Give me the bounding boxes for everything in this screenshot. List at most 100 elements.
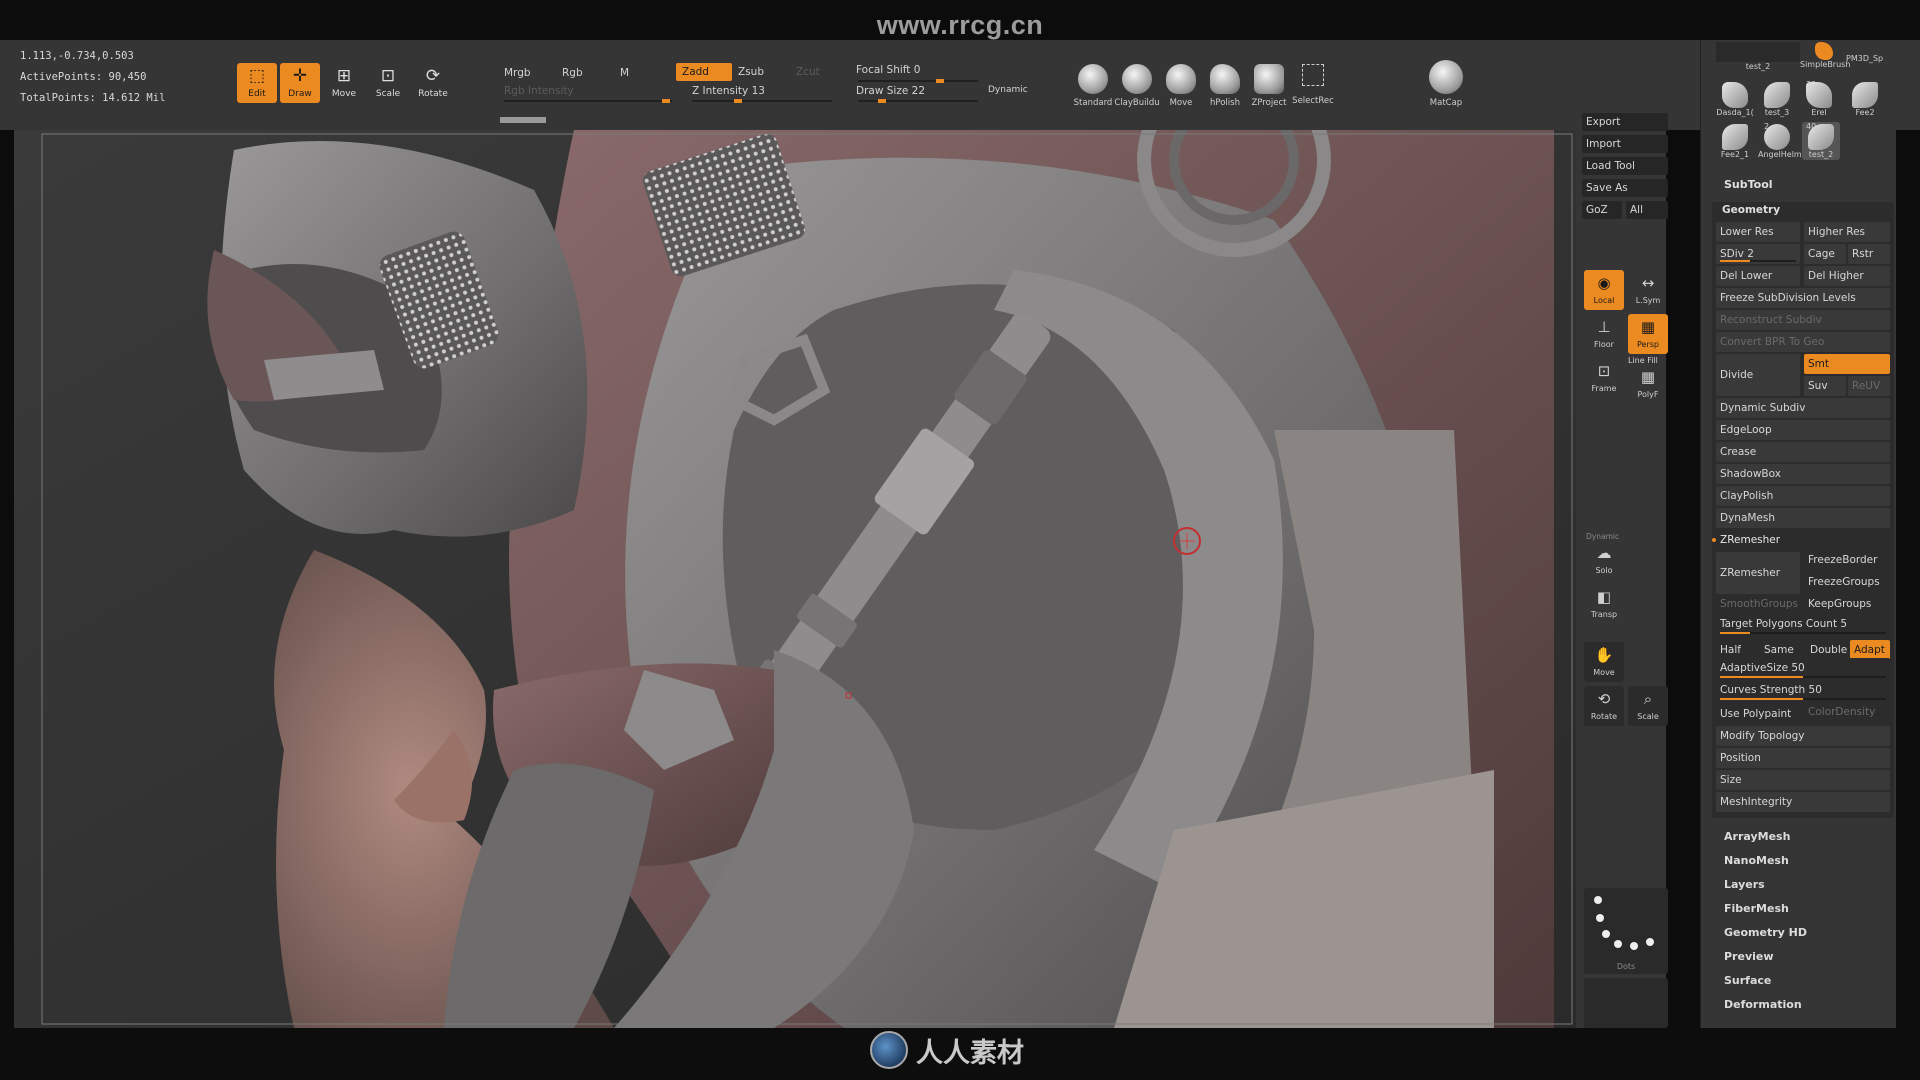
higher-res-button[interactable]: Higher Res xyxy=(1804,222,1890,242)
curves-strength-slider[interactable]: Curves Strength 50 xyxy=(1716,680,1890,700)
reuv-toggle[interactable]: ReUV xyxy=(1848,376,1890,396)
rgb-intensity-slider[interactable]: Rgb Intensity xyxy=(498,82,668,100)
zremesher-section[interactable]: ZRemesher xyxy=(1716,530,1890,550)
shelf-scroll-thumb[interactable] xyxy=(500,117,546,123)
reconstruct-subdiv-button[interactable]: Reconstruct Subdiv xyxy=(1716,310,1890,330)
use-polypaint-toggle[interactable]: Use Polypaint xyxy=(1716,704,1800,724)
brush-claybuildup[interactable]: ClayBuildu xyxy=(1114,64,1160,108)
zremesher-button[interactable]: ZRemesher xyxy=(1716,552,1800,594)
dynamic-toggle[interactable]: Dynamic xyxy=(988,85,1028,95)
convert-bpr-button[interactable]: Convert BPR To Geo xyxy=(1716,332,1890,352)
draw-size-slider[interactable]: Draw Size 22 xyxy=(850,82,980,100)
freezeborder-toggle[interactable]: FreezeBorder xyxy=(1804,550,1890,570)
crease-section[interactable]: Crease xyxy=(1716,442,1890,462)
rotate-view-button[interactable]: ⟲ Rotate xyxy=(1584,686,1624,726)
color-density-slider[interactable]: ColorDensity xyxy=(1804,702,1890,722)
smt-toggle[interactable]: Smt xyxy=(1804,354,1890,374)
tool-thumb-simplebrush[interactable]: SimpleBrush xyxy=(1800,40,1850,78)
nanomesh-subpalette[interactable]: NanoMesh xyxy=(1724,854,1789,867)
brush-hpolish[interactable]: hPolish xyxy=(1202,64,1248,108)
arraymesh-subpalette[interactable]: ArrayMesh xyxy=(1724,830,1790,843)
persp-button[interactable]: ▦ Persp xyxy=(1628,314,1668,354)
scale-mode-button[interactable]: ⊡ Scale xyxy=(368,63,408,103)
position-section[interactable]: Position xyxy=(1716,748,1890,768)
canvas-viewport[interactable] xyxy=(14,130,1576,1028)
keepgroups-toggle[interactable]: KeepGroups xyxy=(1804,594,1890,614)
modify-topology-section[interactable]: Modify Topology xyxy=(1716,726,1890,746)
dynamic-subdiv-section[interactable]: Dynamic Subdiv xyxy=(1716,398,1890,418)
export-button[interactable]: Export xyxy=(1582,113,1668,131)
del-lower-button[interactable]: Del Lower xyxy=(1716,266,1800,286)
dynamesh-section[interactable]: DynaMesh xyxy=(1716,508,1890,528)
same-button[interactable]: Same xyxy=(1760,640,1804,660)
rstr-button[interactable]: Rstr xyxy=(1848,244,1890,264)
zadd-button[interactable]: Zadd xyxy=(676,63,732,81)
suv-toggle[interactable]: Suv xyxy=(1804,376,1846,396)
size-section[interactable]: Size xyxy=(1716,770,1890,790)
freeze-subdiv-button[interactable]: Freeze SubDivision Levels xyxy=(1716,288,1890,308)
m-button[interactable]: M xyxy=(620,67,629,79)
local-button[interactable]: ◉ Local xyxy=(1584,270,1624,310)
save-as-button[interactable]: Save As xyxy=(1582,179,1668,197)
rgb-button[interactable]: Rgb xyxy=(562,67,583,79)
double-button[interactable]: Double xyxy=(1806,640,1850,660)
adapt-toggle[interactable]: Adapt xyxy=(1850,640,1890,660)
layers-subpalette[interactable]: Layers xyxy=(1724,878,1765,891)
edit-mode-button[interactable]: ⬚ Edit xyxy=(237,63,277,103)
frame-button[interactable]: ⊡ Frame xyxy=(1584,358,1624,398)
edgeloop-section[interactable]: EdgeLoop xyxy=(1716,420,1890,440)
claypolish-section[interactable]: ClayPolish xyxy=(1716,486,1890,506)
rotate-mode-button[interactable]: ⟳ Rotate xyxy=(413,63,453,103)
zcut-button[interactable]: Zcut xyxy=(790,63,830,81)
preview-subpalette[interactable]: Preview xyxy=(1724,950,1774,963)
brush-zproject[interactable]: ZProject xyxy=(1246,64,1292,108)
z-intensity-knob[interactable] xyxy=(734,99,742,103)
brush-selectrect[interactable]: SelectRec xyxy=(1290,64,1336,106)
solo-button[interactable]: ☁ Solo xyxy=(1584,540,1624,580)
goz-button[interactable]: GoZ xyxy=(1582,201,1622,219)
target-polygons-slider[interactable]: Target Polygons Count 5 xyxy=(1716,614,1890,634)
deformation-subpalette[interactable]: Deformation xyxy=(1724,998,1802,1011)
mrgb-button[interactable]: Mrgb xyxy=(504,67,531,79)
tool-thumb-fee2-1[interactable]: Fee2_1 xyxy=(1716,122,1754,160)
freezegroups-toggle[interactable]: FreezeGroups xyxy=(1804,572,1890,592)
smoothgroups-slider[interactable]: SmoothGroups xyxy=(1716,594,1800,614)
geometry-hd-subpalette[interactable]: Geometry HD xyxy=(1724,926,1807,939)
draw-mode-button[interactable]: ✛ Draw xyxy=(280,63,320,103)
tool-thumb-dasda[interactable]: Dasda_1( xyxy=(1716,80,1754,118)
mesh-integrity-section[interactable]: MeshIntegrity xyxy=(1716,792,1890,812)
polyf-button[interactable]: ▦ PolyF xyxy=(1628,364,1668,404)
lsym-button[interactable]: ↔ L.Sym xyxy=(1628,270,1668,310)
geometry-header[interactable]: Geometry xyxy=(1722,204,1780,216)
divide-button[interactable]: Divide xyxy=(1716,354,1800,396)
lower-res-button[interactable]: Lower Res xyxy=(1716,222,1800,242)
del-higher-button[interactable]: Del Higher xyxy=(1804,266,1890,286)
scale-view-button[interactable]: ⌕ Scale xyxy=(1628,686,1668,726)
shadowbox-section[interactable]: ShadowBox xyxy=(1716,464,1890,484)
floor-button[interactable]: ⊥ Floor xyxy=(1584,314,1624,354)
focal-shift-slider[interactable]: Focal Shift 0 xyxy=(850,61,980,79)
tool-thumb-test-2[interactable]: test_2 xyxy=(1716,42,1800,80)
import-button[interactable]: Import xyxy=(1582,135,1668,153)
adaptive-size-slider[interactable]: AdaptiveSize 50 xyxy=(1716,658,1890,678)
zsub-button[interactable]: Zsub xyxy=(732,63,786,81)
stroke-preview[interactable]: Dots xyxy=(1584,888,1668,974)
cage-button[interactable]: Cage xyxy=(1804,244,1846,264)
draw-size-knob[interactable] xyxy=(878,99,886,103)
surface-subpalette[interactable]: Surface xyxy=(1724,974,1771,987)
goz-all-button[interactable]: All xyxy=(1626,201,1668,219)
texture-slot[interactable] xyxy=(1584,978,1668,1028)
tool-thumb-fee2[interactable]: Fee2 xyxy=(1846,80,1884,118)
transp-button[interactable]: ◧ Transp xyxy=(1584,584,1624,624)
brush-move[interactable]: Move xyxy=(1158,64,1204,108)
z-intensity-slider[interactable]: Z Intensity 13 xyxy=(686,82,836,100)
move-mode-button[interactable]: ⊞ Move xyxy=(324,63,364,103)
tool-thumb-test-3[interactable]: test_3 xyxy=(1758,80,1796,118)
fibermesh-subpalette[interactable]: FiberMesh xyxy=(1724,902,1789,915)
matcap-button[interactable]: MatCap xyxy=(1424,60,1468,108)
subtool-header[interactable]: SubTool xyxy=(1724,178,1773,191)
load-tool-button[interactable]: Load Tool xyxy=(1582,157,1668,175)
move-view-button[interactable]: ✋ Move xyxy=(1584,642,1624,682)
half-button[interactable]: Half xyxy=(1716,640,1760,660)
brush-standard[interactable]: Standard xyxy=(1070,64,1116,108)
